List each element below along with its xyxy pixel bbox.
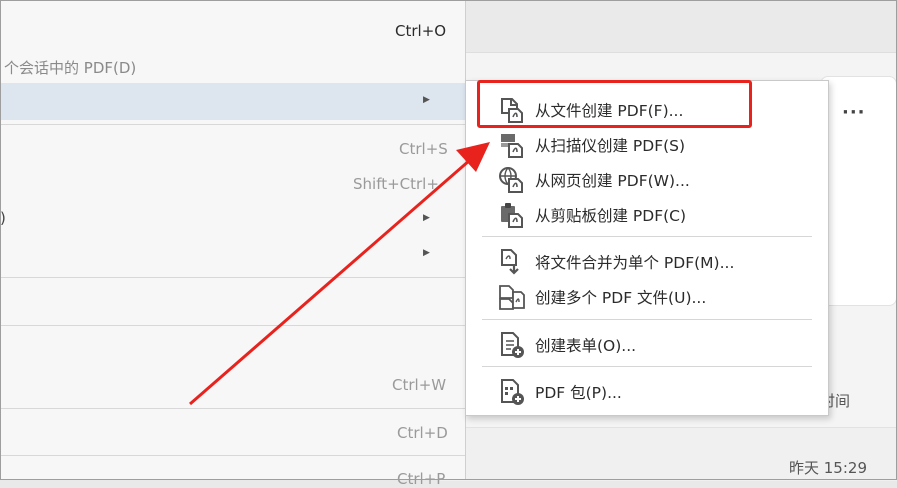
annotation-arrow-icon — [189, 142, 490, 406]
